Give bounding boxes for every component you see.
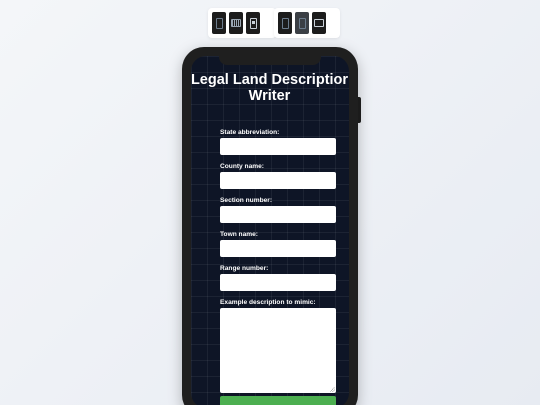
tablet-icon: [231, 19, 241, 27]
land-description-form: State abbreviation: County name: Section…: [220, 129, 336, 393]
state-abbreviation-input[interactable]: [220, 138, 336, 155]
phone-frame: Legal Land Descriptior Writer State abbr…: [182, 47, 358, 405]
phone-screen: Legal Land Descriptior Writer State abbr…: [191, 56, 349, 405]
county-name-input[interactable]: [220, 172, 336, 189]
phone-dark-view-button[interactable]: [278, 12, 292, 34]
example-description-label: Example description to mimic:: [220, 299, 316, 306]
phone-alt-icon: [249, 17, 257, 29]
phone-notch: [219, 56, 321, 65]
phone-alt-view-button[interactable]: [246, 12, 260, 34]
device-switcher-group-right: [274, 8, 340, 38]
example-description-textarea[interactable]: [220, 308, 336, 393]
town-name-input[interactable]: [220, 240, 336, 257]
section-number-input[interactable]: [220, 206, 336, 223]
phone-dark-icon: [281, 17, 289, 29]
range-number-label: Range number:: [220, 265, 269, 272]
phone-portrait-icon: [215, 17, 223, 29]
county-name-label: County name:: [220, 163, 264, 170]
phone-outline-icon: [298, 17, 306, 29]
state-abbreviation-label: State abbreviation:: [220, 129, 280, 136]
page-title: Legal Land Descriptior Writer: [191, 72, 349, 104]
tablet-view-button[interactable]: [229, 12, 243, 34]
phone-view-button[interactable]: [212, 12, 226, 34]
range-number-input[interactable]: [220, 274, 336, 291]
desktop-icon: [314, 19, 324, 27]
town-name-label: Town name:: [220, 231, 258, 238]
section-number-label: Section number:: [220, 197, 273, 204]
textarea-resize-handle[interactable]: [330, 387, 335, 392]
submit-button[interactable]: [220, 396, 336, 405]
page-title-line-1: Legal Land Descriptior: [191, 72, 349, 88]
desktop-view-button[interactable]: [312, 12, 326, 34]
page-title-line-2: Writer: [248, 88, 291, 104]
phone-outline-view-button[interactable]: [295, 12, 309, 34]
example-description-wrapper: [220, 308, 336, 393]
device-switcher-group-left: [208, 8, 276, 38]
